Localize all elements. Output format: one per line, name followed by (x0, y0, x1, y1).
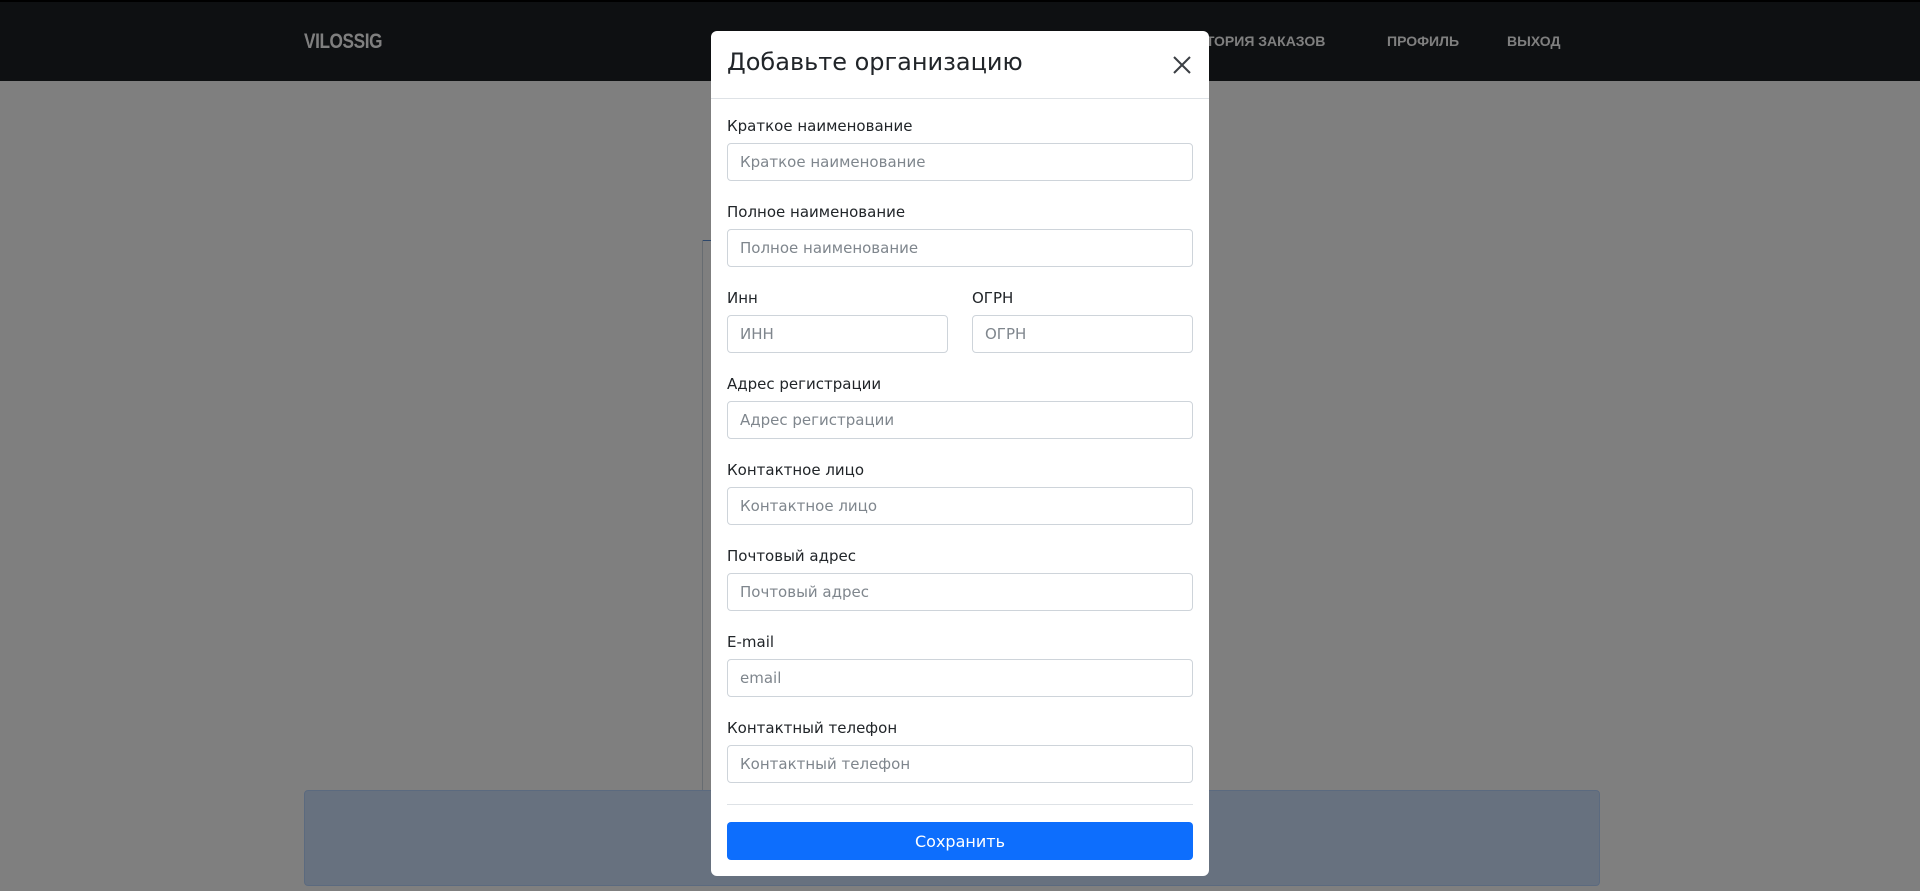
ogrn-group: ОГРН (972, 287, 1193, 353)
email-group: E-mail (727, 631, 1193, 697)
email-input[interactable] (727, 659, 1193, 697)
ogrn-label: ОГРН (972, 289, 1014, 307)
close-button[interactable] (1173, 56, 1191, 74)
full-name-label: Полное наименование (727, 203, 906, 221)
modal-header: Добавьте организацию (711, 31, 1209, 99)
inn-label: Инн (727, 289, 758, 307)
save-button[interactable]: Сохранить (727, 822, 1193, 860)
reg-address-input[interactable] (727, 401, 1193, 439)
inn-input[interactable] (727, 315, 948, 353)
add-organization-modal: Добавьте организацию Краткое наименовани… (711, 31, 1209, 876)
short-name-group: Краткое наименование (727, 115, 1193, 181)
phone-input[interactable] (727, 745, 1193, 783)
contact-person-input[interactable] (727, 487, 1193, 525)
modal-title: Добавьте организацию (727, 48, 1023, 76)
postal-address-input[interactable] (727, 573, 1193, 611)
short-name-input[interactable] (727, 143, 1193, 181)
reg-address-label: Адрес регистрации (727, 375, 882, 393)
ogrn-input[interactable] (972, 315, 1193, 353)
full-name-group: Полное наименование (727, 201, 1193, 267)
footer-divider (727, 804, 1193, 805)
email-label: E-mail (727, 633, 775, 651)
reg-address-group: Адрес регистрации (727, 373, 1193, 439)
contact-person-group: Контактное лицо (727, 459, 1193, 525)
short-name-label: Краткое наименование (727, 117, 913, 135)
postal-address-group: Почтовый адрес (727, 545, 1193, 611)
close-icon (1173, 56, 1191, 74)
phone-group: Контактный телефон (727, 717, 1193, 783)
inn-group: Инн (727, 287, 948, 353)
full-name-input[interactable] (727, 229, 1193, 267)
contact-person-label: Контактное лицо (727, 461, 865, 479)
postal-address-label: Почтовый адрес (727, 547, 856, 565)
phone-label: Контактный телефон (727, 719, 898, 737)
